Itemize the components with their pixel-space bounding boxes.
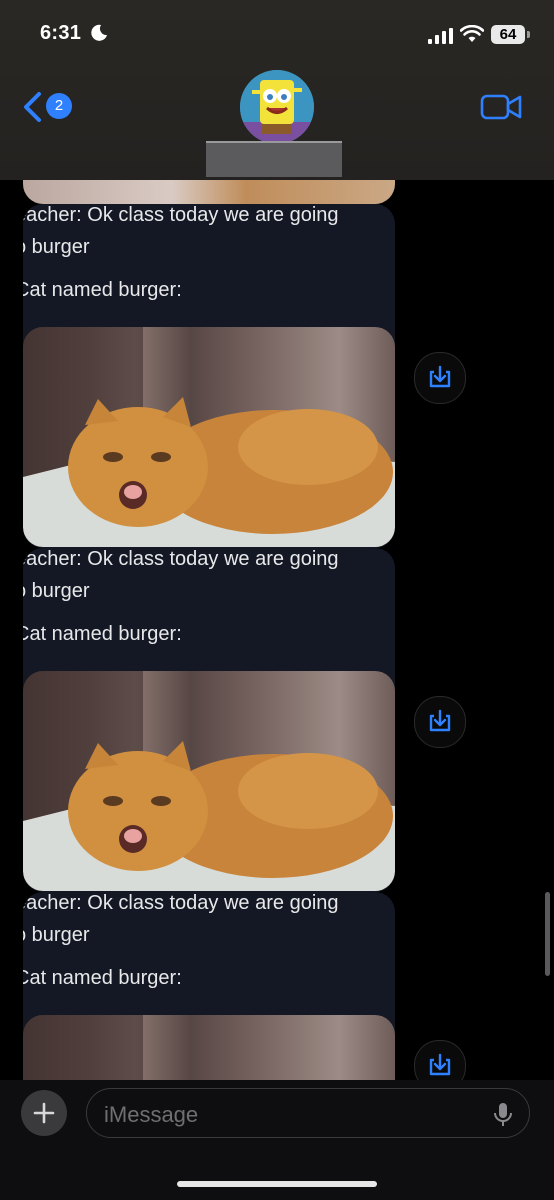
message-text-line: eacher: Ok class today we are going [23,548,339,570]
scrollbar[interactable] [545,892,550,976]
imessage-input[interactable]: iMessage [86,1088,530,1138]
previous-image-bubble[interactable] [23,180,395,204]
message-text-line: o burger [23,236,90,258]
battery-indicator: 64 [491,25,525,44]
download-icon [429,709,451,732]
cat-image[interactable] [23,1015,395,1080]
contact-avatar[interactable] [240,70,314,144]
video-camera-icon[interactable] [480,92,522,122]
cat-picture [23,671,395,891]
imessage-placeholder: iMessage [104,1102,199,1127]
message-bubble[interactable]: eacher: Ok class today we are going o bu… [23,892,395,1080]
cat-image[interactable] [23,671,395,891]
wifi-icon [460,25,484,42]
save-image-button[interactable] [414,696,466,748]
message-text-line: eacher: Ok class today we are going [23,204,339,226]
message-bubble[interactable]: eacher: Ok class today we are going o bu… [23,548,395,892]
avatar-picture [240,70,314,144]
message-text-line: eacher: Ok class today we are going [23,892,339,914]
message-text-line: Cat named burger: [23,623,182,645]
save-image-button[interactable] [414,352,466,404]
message-text-line: Cat named burger: [23,967,182,989]
contact-name-redacted[interactable] [206,141,342,177]
cat-picture [23,327,395,547]
home-indicator[interactable] [177,1181,377,1187]
save-image-button[interactable] [414,1040,466,1080]
plus-icon [33,1102,55,1124]
cat-picture [23,1015,143,1080]
battery-tip [527,31,530,38]
apps-plus-button[interactable] [21,1090,67,1136]
cat-image[interactable] [23,327,395,547]
message-text-line: o burger [23,924,90,946]
unread-badge: 2 [46,93,72,119]
microphone-icon[interactable] [491,1102,515,1128]
conversation-header: 6:31 64 2 [0,0,554,180]
download-icon [429,1053,451,1076]
status-time: 6:31 [40,22,82,44]
message-bubble[interactable]: eacher: Ok class today we are going o bu… [23,204,395,548]
chevron-left-icon [24,92,41,122]
moon-icon [91,24,107,41]
download-icon [429,365,451,388]
message-text-line: Cat named burger: [23,279,182,301]
message-text-line: o burger [23,580,90,602]
signal-icon [428,28,453,44]
composer-bar: iMessage [0,1080,554,1200]
message-thread[interactable]: eacher: Ok class today we are going o bu… [0,180,554,1080]
back-button[interactable]: 2 [22,88,78,126]
